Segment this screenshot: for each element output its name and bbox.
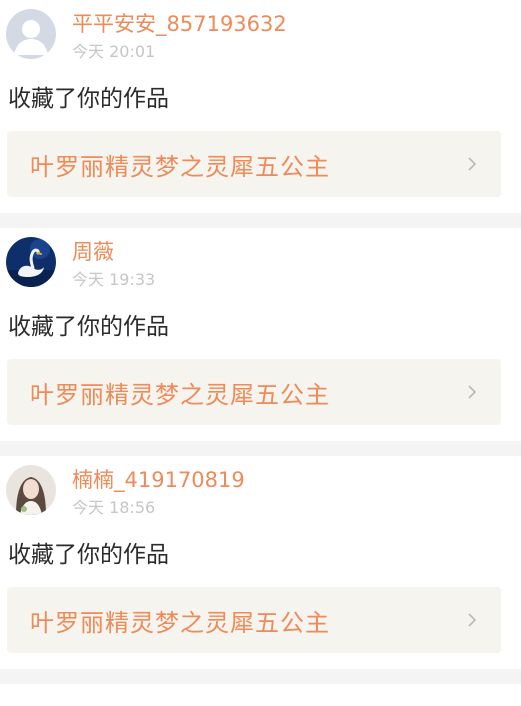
swan-avatar-icon [6,237,56,287]
user-meta: 楠楠_419170819 今天 18:56 [72,467,245,519]
avatar[interactable] [6,237,56,287]
work-title: 叶罗丽精灵梦之灵犀五公主 [30,608,330,637]
work-title: 叶罗丽精灵梦之灵犀五公主 [30,380,330,409]
work-title: 叶罗丽精灵梦之灵犀五公主 [30,152,330,181]
work-link[interactable]: 叶罗丽精灵梦之灵犀五公主 [7,359,501,425]
timestamp: 今天 20:01 [72,42,156,61]
action-text: 收藏了你的作品 [8,86,169,112]
timestamp: 今天 18:56 [72,498,156,517]
user-meta: 周薇 今天 19:33 [72,239,155,291]
notification-feed: 平平安安_857193632 今天 20:01 收藏了你的作品 叶罗丽精灵梦之灵… [0,0,521,684]
action-text: 收藏了你的作品 [8,542,169,568]
username[interactable]: 平平安安_857193632 [72,11,287,37]
girl-photo-avatar-icon [6,465,56,515]
notification-item: 楠楠_419170819 今天 18:56 收藏了你的作品 叶罗丽精灵梦之灵犀五… [0,456,521,669]
chevron-right-icon [468,157,477,171]
chevron-right-icon [468,613,477,627]
default-avatar-icon [6,9,56,59]
chevron-right-icon [468,385,477,399]
divider [0,441,521,456]
username[interactable]: 楠楠_419170819 [72,467,245,493]
notification-header: 楠楠_419170819 今天 18:56 [6,465,245,519]
timestamp: 今天 19:33 [72,270,156,289]
avatar[interactable] [6,9,56,59]
divider [0,669,521,684]
user-meta: 平平安安_857193632 今天 20:01 [72,11,287,63]
avatar[interactable] [6,465,56,515]
username[interactable]: 周薇 [72,239,155,265]
notification-header: 平平安安_857193632 今天 20:01 [6,9,287,63]
notification-item: 周薇 今天 19:33 收藏了你的作品 叶罗丽精灵梦之灵犀五公主 [0,228,521,441]
notification-item: 平平安安_857193632 今天 20:01 收藏了你的作品 叶罗丽精灵梦之灵… [0,0,521,213]
notification-header: 周薇 今天 19:33 [6,237,155,291]
work-link[interactable]: 叶罗丽精灵梦之灵犀五公主 [7,131,501,197]
work-link[interactable]: 叶罗丽精灵梦之灵犀五公主 [7,587,501,653]
divider [0,213,521,228]
action-text: 收藏了你的作品 [8,314,169,340]
